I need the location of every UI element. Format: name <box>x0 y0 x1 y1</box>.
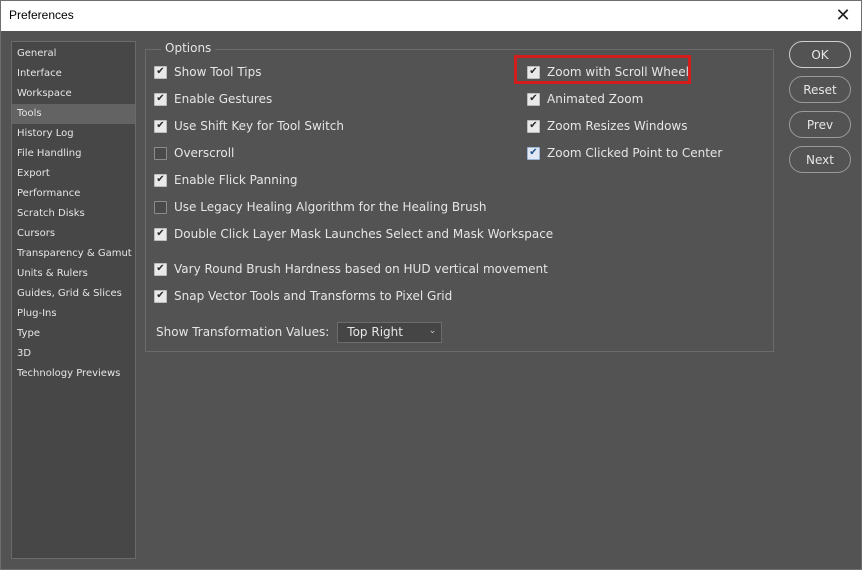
checkbox-unchecked-icon[interactable] <box>154 200 167 214</box>
option-enable-flick-panning[interactable]: ✔ Enable Flick Panning <box>154 172 297 188</box>
checkbox-unchecked-icon[interactable] <box>154 146 167 160</box>
transformation-values-row: Show Transformation Values: Top Right ⌄ <box>156 321 443 343</box>
checkbox-checked-icon[interactable]: ✔ <box>527 146 540 160</box>
window-title: Preferences <box>9 8 74 22</box>
option-animated-zoom[interactable]: ✔ Animated Zoom <box>527 91 643 107</box>
checkbox-checked-icon[interactable]: ✔ <box>154 227 167 241</box>
sidebar: General Interface Workspace Tools Histor… <box>11 41 136 559</box>
option-double-click-layer-mask[interactable]: ✔ Double Click Layer Mask Launches Selec… <box>154 226 553 242</box>
option-zoom-resizes-windows[interactable]: ✔ Zoom Resizes Windows <box>527 118 688 134</box>
sidebar-item-type[interactable]: Type <box>12 324 135 344</box>
option-zoom-clicked-point[interactable]: ✔ Zoom Clicked Point to Center <box>527 145 722 161</box>
option-overscroll[interactable]: Overscroll <box>154 145 234 161</box>
sidebar-item-transparency-gamut[interactable]: Transparency & Gamut <box>12 244 135 264</box>
sidebar-item-cursors[interactable]: Cursors <box>12 224 135 244</box>
reset-button[interactable]: Reset <box>789 76 851 103</box>
checkbox-checked-icon[interactable]: ✔ <box>527 92 540 106</box>
checkbox-checked-icon[interactable]: ✔ <box>154 262 167 276</box>
checkbox-checked-icon[interactable]: ✔ <box>154 92 167 106</box>
sidebar-item-interface[interactable]: Interface <box>12 64 135 84</box>
transformation-values-label: Show Transformation Values: <box>156 325 330 339</box>
sidebar-item-history-log[interactable]: History Log <box>12 124 135 144</box>
option-shift-key-tool-switch[interactable]: ✔ Use Shift Key for Tool Switch <box>154 118 344 134</box>
checkbox-checked-icon[interactable]: ✔ <box>154 173 167 187</box>
option-vary-round-brush[interactable]: ✔ Vary Round Brush Hardness based on HUD… <box>154 261 548 277</box>
sidebar-item-units-rulers[interactable]: Units & Rulers <box>12 264 135 284</box>
sidebar-item-technology-previews[interactable]: Technology Previews <box>12 364 135 384</box>
checkbox-checked-icon[interactable]: ✔ <box>527 65 540 79</box>
sidebar-item-3d[interactable]: 3D <box>12 344 135 364</box>
sidebar-item-performance[interactable]: Performance <box>12 184 135 204</box>
sidebar-item-general[interactable]: General <box>12 44 135 64</box>
sidebar-item-tools[interactable]: Tools <box>12 104 135 124</box>
sidebar-item-plug-ins[interactable]: Plug-Ins <box>12 304 135 324</box>
ok-button[interactable]: OK <box>789 41 851 68</box>
sidebar-item-scratch-disks[interactable]: Scratch Disks <box>12 204 135 224</box>
checkbox-checked-icon[interactable]: ✔ <box>527 119 540 133</box>
option-legacy-healing[interactable]: Use Legacy Healing Algorithm for the Hea… <box>154 199 487 215</box>
close-icon[interactable]: ✕ <box>831 4 855 28</box>
title-bar: Preferences ✕ <box>0 0 862 31</box>
transformation-values-select[interactable]: Top Right ⌄ <box>337 321 443 343</box>
transformation-values-selected: Top Right <box>347 325 403 339</box>
checkbox-checked-icon[interactable]: ✔ <box>154 65 167 79</box>
options-group-title: Options <box>161 41 216 55</box>
sidebar-item-file-handling[interactable]: File Handling <box>12 144 135 164</box>
next-button[interactable]: Next <box>789 146 851 173</box>
sidebar-item-export[interactable]: Export <box>12 164 135 184</box>
prev-button[interactable]: Prev <box>789 111 851 138</box>
option-zoom-with-scroll-wheel[interactable]: ✔ Zoom with Scroll Wheel <box>527 64 689 80</box>
sidebar-item-workspace[interactable]: Workspace <box>12 84 135 104</box>
chevron-down-icon: ⌄ <box>428 325 437 336</box>
option-show-tool-tips[interactable]: ✔ Show Tool Tips <box>154 64 261 80</box>
option-snap-vector-tools[interactable]: ✔ Snap Vector Tools and Transforms to Pi… <box>154 288 452 304</box>
checkbox-checked-icon[interactable]: ✔ <box>154 289 167 303</box>
checkbox-checked-icon[interactable]: ✔ <box>154 119 167 133</box>
option-enable-gestures[interactable]: ✔ Enable Gestures <box>154 91 272 107</box>
sidebar-item-guides-grid-slices[interactable]: Guides, Grid & Slices <box>12 284 135 304</box>
